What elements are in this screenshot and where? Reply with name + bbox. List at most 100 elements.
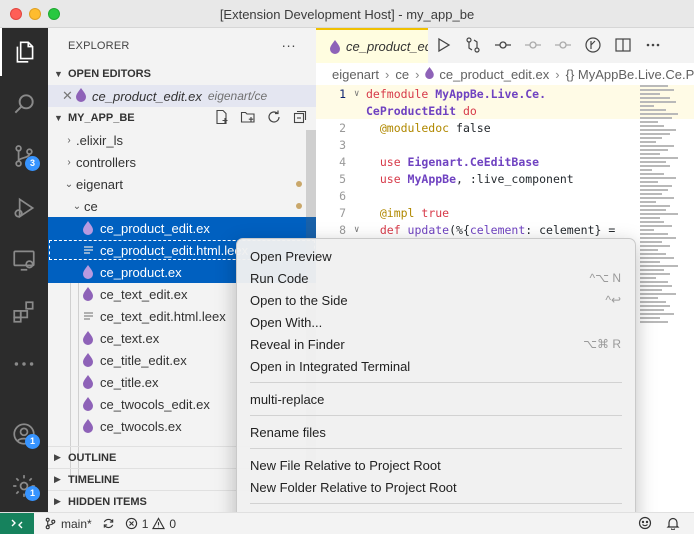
- more-actions-icon[interactable]: [644, 36, 662, 54]
- code-line[interactable]: 1 ∨ defmodule MyAppBe.Live.Ce.: [316, 85, 694, 102]
- context-menu-item[interactable]: New File Relative to Project Root: [237, 454, 635, 476]
- project-section[interactable]: ▼ MY_APP_BE: [48, 107, 316, 129]
- code-line[interactable]: 3: [316, 136, 694, 153]
- source-control-badge: 3: [25, 156, 40, 171]
- breadcrumb-item[interactable]: ce_product_edit.ex: [439, 67, 549, 82]
- minimap-line: [640, 173, 664, 175]
- tree-folder[interactable]: › .elixir_ls: [48, 129, 316, 151]
- context-menu-item[interactable]: Rename files: [237, 421, 635, 443]
- fold-chevron-icon[interactable]: ∨: [354, 225, 366, 235]
- run-icon[interactable]: [434, 36, 452, 54]
- fold-chevron-icon[interactable]: ∨: [354, 89, 366, 99]
- breadcrumb-item[interactable]: {} MyAppBe.Live.Ce.ProductEdit: [566, 67, 694, 82]
- elixir-file-icon: [80, 330, 96, 346]
- tree-folder[interactable]: › controllers: [48, 151, 316, 173]
- title-bar: [Extension Development Host] - my_app_be: [0, 0, 694, 28]
- chevron-down-icon: ▼: [54, 69, 63, 79]
- context-menu-item[interactable]: Reveal in Finder ⌥⌘ R: [237, 333, 635, 355]
- editor-actions: [434, 36, 662, 54]
- code-line[interactable]: 7 @impl true: [316, 204, 694, 221]
- settings-gear-icon[interactable]: 1: [0, 462, 48, 510]
- minimap-line: [640, 185, 672, 187]
- minimap-line: [640, 85, 668, 87]
- minimap-line: [640, 237, 676, 239]
- remote-indicator[interactable]: [0, 512, 34, 534]
- context-menu-item[interactable]: Open Preview: [237, 245, 635, 267]
- chevron-right-icon: ▶: [54, 474, 61, 484]
- next-change-icon[interactable]: [524, 36, 542, 54]
- menu-item-label: multi-replace: [250, 391, 325, 407]
- collapse-all-icon[interactable]: [292, 109, 308, 125]
- minimap[interactable]: [640, 85, 680, 505]
- line-number: 1: [339, 86, 346, 101]
- code-line[interactable]: CeProductEdit do: [316, 102, 694, 119]
- minimap-line: [640, 161, 666, 163]
- code-line[interactable]: 4 use Eigenart.CeEditBase: [316, 153, 694, 170]
- context-menu-item[interactable]: Open With...: [237, 311, 635, 333]
- explorer-title: EXPLORER: [68, 39, 130, 52]
- context-menu-item[interactable]: Open to the Side ^↩: [237, 289, 635, 311]
- explorer-header: EXPLORER ···: [48, 28, 316, 63]
- remote-explorer-icon[interactable]: [0, 236, 48, 284]
- code-line[interactable]: 6: [316, 187, 694, 204]
- open-editor-item[interactable]: ✕ ce_product_edit.ex eigenart/ce: [48, 85, 316, 107]
- open-changes-icon[interactable]: [464, 36, 482, 54]
- code-token: MyAppBe.Live.Ce.: [435, 86, 547, 101]
- tree-file[interactable]: ce_product_edit.ex: [48, 217, 316, 239]
- new-file-icon[interactable]: [214, 109, 230, 125]
- open-editors-section[interactable]: ▼ OPEN EDITORS: [48, 63, 316, 85]
- extensions-icon[interactable]: [0, 288, 48, 336]
- account-icon[interactable]: 1: [0, 410, 48, 458]
- breadcrumb-item[interactable]: ce: [395, 67, 409, 82]
- elixir-file-icon: [80, 220, 96, 236]
- forward-change-icon[interactable]: [554, 36, 572, 54]
- search-icon[interactable]: [0, 80, 48, 128]
- line-number: 6: [339, 188, 346, 203]
- context-menu-item[interactable]: New Folder Relative to Project Root: [237, 476, 635, 498]
- split-editor-icon[interactable]: [614, 36, 632, 54]
- code-token: use: [366, 154, 408, 169]
- tree-file-label: ce_product.ex: [100, 264, 182, 280]
- tree-folder[interactable]: ⌄ ce: [48, 195, 316, 217]
- explorer-more-button[interactable]: ···: [281, 37, 296, 53]
- problems-status[interactable]: 1 0: [125, 517, 176, 531]
- tree-folder[interactable]: ⌄ eigenart: [48, 173, 316, 195]
- menu-item-shortcut: ^⌥ N: [589, 271, 621, 285]
- minimap-line: [640, 233, 668, 235]
- code-token: : celement} =: [525, 222, 616, 237]
- breadcrumb-item[interactable]: eigenart: [332, 67, 379, 82]
- minimap-line: [640, 309, 664, 311]
- menu-item-shortcut: ^↩: [605, 293, 621, 307]
- activity-bar: 3 1 1: [0, 28, 48, 512]
- sync-status[interactable]: [102, 517, 115, 530]
- branch-status[interactable]: main*: [44, 517, 92, 531]
- refresh-icon[interactable]: [266, 109, 282, 125]
- feedback-icon[interactable]: [638, 516, 652, 530]
- code-line[interactable]: 5 use MyAppBe, :live_component: [316, 170, 694, 187]
- menu-separator: [250, 382, 622, 383]
- code-line[interactable]: 2 @moduledoc false: [316, 119, 694, 136]
- source-control-icon[interactable]: 3: [0, 132, 48, 180]
- minimap-line: [640, 217, 660, 219]
- more-icon[interactable]: [0, 340, 48, 388]
- tab-ce-product-edit[interactable]: ce_product_edit.ex: [316, 28, 428, 63]
- branch-icon: [45, 517, 56, 530]
- close-icon[interactable]: ✕: [48, 88, 73, 104]
- context-menu-item[interactable]: Run Code ^⌥ N: [237, 267, 635, 289]
- code-line[interactable]: 8 ∨ def update (%{celement: celement} =: [316, 221, 694, 238]
- minimap-line: [640, 189, 668, 191]
- minimap-line: [640, 97, 670, 99]
- previous-change-icon[interactable]: [494, 36, 512, 54]
- new-folder-icon[interactable]: [240, 109, 256, 125]
- warning-count: 0: [169, 516, 177, 531]
- git-lens-icon[interactable]: [584, 36, 602, 54]
- code-editor[interactable]: 1 ∨ defmodule MyAppBe.Live.Ce. CeProductEdi…: [316, 85, 694, 238]
- notifications-bell-icon[interactable]: [666, 516, 680, 530]
- run-debug-icon[interactable]: [0, 184, 48, 232]
- context-menu-item[interactable]: Open in Integrated Terminal: [237, 355, 635, 377]
- minimap-line: [640, 193, 662, 195]
- context-menu-item[interactable]: multi-replace: [237, 388, 635, 410]
- minimap-line: [640, 285, 672, 287]
- files-icon[interactable]: [0, 28, 48, 76]
- tree-file-label: ce_title_edit.ex: [100, 352, 187, 368]
